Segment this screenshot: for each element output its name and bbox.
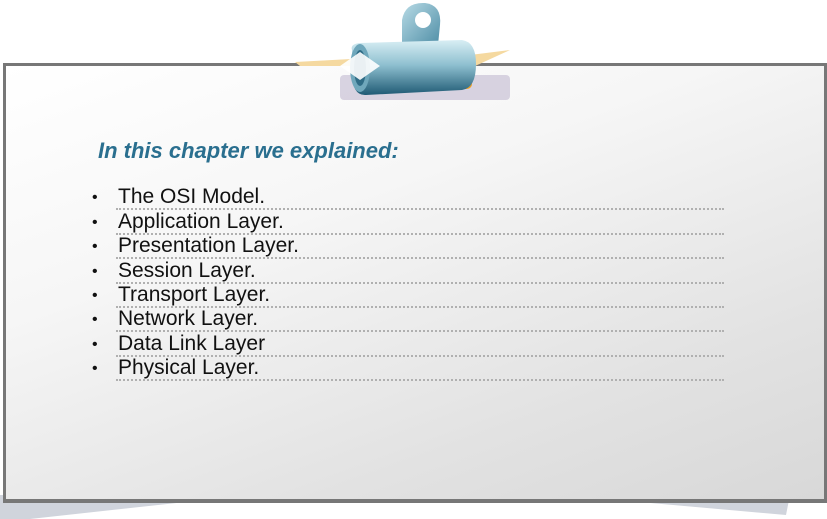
bullet-icon: • <box>92 213 98 231</box>
bullet-icon: • <box>92 189 98 207</box>
list-item: • Physical Layer. <box>92 357 724 382</box>
list-item: • Network Layer. <box>92 308 724 333</box>
binder-clip-icon <box>295 2 510 100</box>
list-item: • Data Link Layer <box>92 332 724 357</box>
list-item: • The OSI Model. <box>92 186 724 211</box>
bullet-icon: • <box>92 238 98 256</box>
bullet-list: • The OSI Model. • Application Layer. • Pre… <box>92 186 724 382</box>
list-item: • Presentation Layer. <box>92 235 724 260</box>
bullet-icon: • <box>92 286 98 304</box>
list-item: • Session Layer. <box>92 259 724 284</box>
list-item: • Transport Layer. <box>92 283 724 308</box>
bullet-icon: • <box>92 335 98 353</box>
section-heading: In this chapter we explained: <box>98 138 399 163</box>
bullet-icon: • <box>92 360 98 378</box>
bullet-icon: • <box>92 262 98 280</box>
list-item: • Application Layer. <box>92 210 724 235</box>
bullet-icon: • <box>92 311 98 329</box>
